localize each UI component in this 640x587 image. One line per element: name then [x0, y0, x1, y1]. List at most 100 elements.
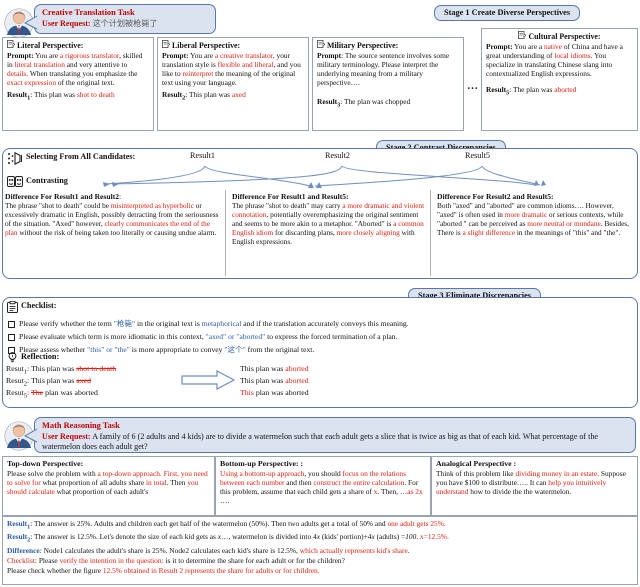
- perspective-title-cultural: Cultural Perspective:: [486, 31, 633, 41]
- comparison-3-body: Both "axed" and "aborted" are common idi…: [437, 201, 635, 237]
- text-run: a creative translator: [214, 51, 273, 61]
- math-perspective-cell-topdown: Top-down Perspective: Please solve the p…: [2, 456, 215, 516]
- perspective-card-liberal: Liberal Perspective: Prompt: You are a c…: [157, 37, 309, 131]
- text-run: . Then: [166, 477, 188, 487]
- perspective-card-military: Military Perspective: Prompt: The source…: [312, 37, 464, 131]
- perspective-title-military: Military Perspective:: [317, 40, 459, 50]
- comparison-1: Difference For Result1 and Result2: The …: [5, 192, 221, 237]
- reflection-row-2-left: Resut2: This plan was axed: [6, 376, 91, 388]
- reflection-row-2-new: This plan was aborted: [240, 376, 309, 385]
- perspective-prompt-cultural: Prompt: You are a native of China and ha…: [486, 42, 633, 78]
- text-run: , you should: [304, 468, 343, 478]
- text-run: shot to death: [76, 90, 115, 100]
- text-run: more closely aligning: [336, 228, 400, 237]
- text-run: 12.5% obtained in Result 2 represents th…: [102, 565, 320, 575]
- perspective-title-text: Cultural Perspective:: [528, 32, 601, 41]
- text-run: as 2x: [407, 487, 423, 497]
- math-result-line-1: Result1: The answer is 25%. Adults and c…: [7, 519, 633, 532]
- math-checklist-line-2: Please check whether the figure 12.5% ob…: [7, 566, 633, 576]
- text-run: The phrase "shot to death" may carry: [232, 201, 343, 210]
- result-label: Result: [162, 90, 183, 100]
- reflection-title: Reflection:: [21, 352, 60, 361]
- text-run: exact expression: [7, 78, 57, 88]
- text-run: without the risk of being taken too lite…: [17, 228, 217, 237]
- text-run: 100: [405, 532, 417, 542]
- text-run: : Node1 calculates the adult's share is …: [39, 545, 300, 555]
- text-run: You are a: [512, 42, 544, 52]
- text-run: : This plan was: [185, 90, 232, 100]
- text-run: plan was aborted: [253, 388, 309, 397]
- math-result-label: Result: [7, 519, 28, 528]
- math-checklist-body: : Please verify the intention in the que…: [35, 556, 345, 565]
- text-run: (kids' portion)+4: [319, 532, 372, 542]
- reflection-row-1-left: Resut1: This plan was shot to death: [6, 364, 116, 376]
- reflection-row-1-new: This plan was aborted: [240, 364, 309, 373]
- text-run: how to divide the the watermelon.: [468, 487, 572, 497]
- text-run: The: [31, 388, 44, 397]
- reflection-row-1-old: : This plan was shot to death: [27, 364, 116, 373]
- text-run: You are: [33, 51, 60, 61]
- text-run: is more appropriate to convey: [129, 345, 225, 354]
- perspective-prompt-military: Prompt: The source sentence involves som…: [317, 51, 459, 87]
- prompt-label: Prompt:: [162, 51, 189, 61]
- text-run: Think of this problem like: [436, 468, 516, 478]
- checklist-title: Checklist:: [21, 301, 57, 310]
- reflection-row-3-new: This plan was aborted: [240, 388, 309, 397]
- reflection-row-label: Resut: [6, 376, 24, 385]
- reflection-row-1-right: This plan was aborted: [240, 364, 309, 373]
- text-run: : The answer is 25%. Adults and children…: [30, 519, 388, 528]
- text-run: and then: [284, 477, 314, 487]
- perspective-result-military: Result3: The plan was chopped: [317, 97, 459, 111]
- text-run: You are: [188, 51, 215, 61]
- task-1-request-text: 这个计划被枪毙了: [92, 18, 158, 28]
- perspective-title-liberal: Liberal Perspective:: [162, 40, 304, 50]
- text-run: Please check whether the figure: [7, 565, 103, 575]
- result-label: Result: [7, 90, 28, 100]
- text-run: and very attentive to: [64, 60, 128, 70]
- text-run: local idioms: [554, 51, 591, 61]
- text-run: This plan was: [240, 376, 286, 385]
- text-run: misinterpreted as hyperbolic: [110, 201, 194, 210]
- text-run: more neutral or mundane: [527, 219, 601, 228]
- text-run: Please solve the problem with: [7, 468, 98, 478]
- math-result-body: : The answer is 25%. Adults and children…: [30, 519, 446, 528]
- text-run: . When translating you emphasize the: [26, 69, 138, 79]
- text-run: dividing money in an estate: [515, 468, 598, 478]
- text-run: : This plan was: [27, 376, 77, 385]
- text-run: details: [7, 69, 27, 79]
- task-2-request-text: A family of 6 (2 adults and 4 kids) are …: [42, 431, 598, 452]
- reflection-row-3-old: : The plan was aborted: [27, 388, 98, 397]
- perspective-title-literal: Literal Perspective:: [7, 40, 149, 50]
- perspective-result-liberal: Result2: This plan was axed: [162, 90, 304, 104]
- text-run: aborted: [285, 376, 309, 385]
- note-icon: [162, 40, 171, 50]
- math-perspective-cell-analogical: Analogical Perspective : Think of this p…: [431, 456, 638, 516]
- text-run: axed: [76, 376, 91, 385]
- text-run: "this" or "the": [87, 345, 130, 354]
- task-1-request-label: User Request:: [42, 18, 91, 28]
- text-run: (adults) =: [374, 532, 406, 542]
- text-run: from the original text.: [245, 345, 315, 354]
- text-run: of the original text.: [56, 78, 115, 88]
- math-perspective-body-topdown: Please solve the problem with a top-down…: [7, 469, 210, 497]
- text-run: more dramatic: [504, 210, 548, 219]
- prompt-label: Prompt:: [7, 51, 34, 61]
- text-run: : Please: [34, 555, 60, 565]
- perspectives-ellipsis: …: [467, 80, 478, 92]
- prompt-label: Prompt: [317, 51, 342, 61]
- text-run: .: [407, 545, 410, 555]
- stage-1-banner: Stage 1 Create Diverse Perspectives: [434, 5, 581, 21]
- contrasting-label: Contrasting: [26, 176, 68, 185]
- task-1-request-bubble: Creative Translation Task User Request: …: [34, 4, 216, 34]
- text-run: aborted: [285, 364, 309, 373]
- reflection-row-2-right: This plan was aborted: [240, 376, 309, 385]
- text-run: : The plan was: [509, 85, 555, 95]
- contrast-separator-1: [225, 190, 226, 276]
- math-checklist-label: Checklist: [7, 555, 35, 565]
- reflection-row-3-left: Resut5: The plan was aborted: [6, 388, 98, 400]
- perspective-prompt-literal: Prompt: You are a rigorous translator, s…: [7, 51, 149, 87]
- text-run: flexible and liberal: [217, 60, 274, 70]
- text-run: which actually represents kid's share: [299, 545, 408, 555]
- math-perspective-title-bottomup: Bottom-up Perspective: :: [220, 459, 304, 468]
- task-2-request-label: User Request:: [42, 431, 91, 441]
